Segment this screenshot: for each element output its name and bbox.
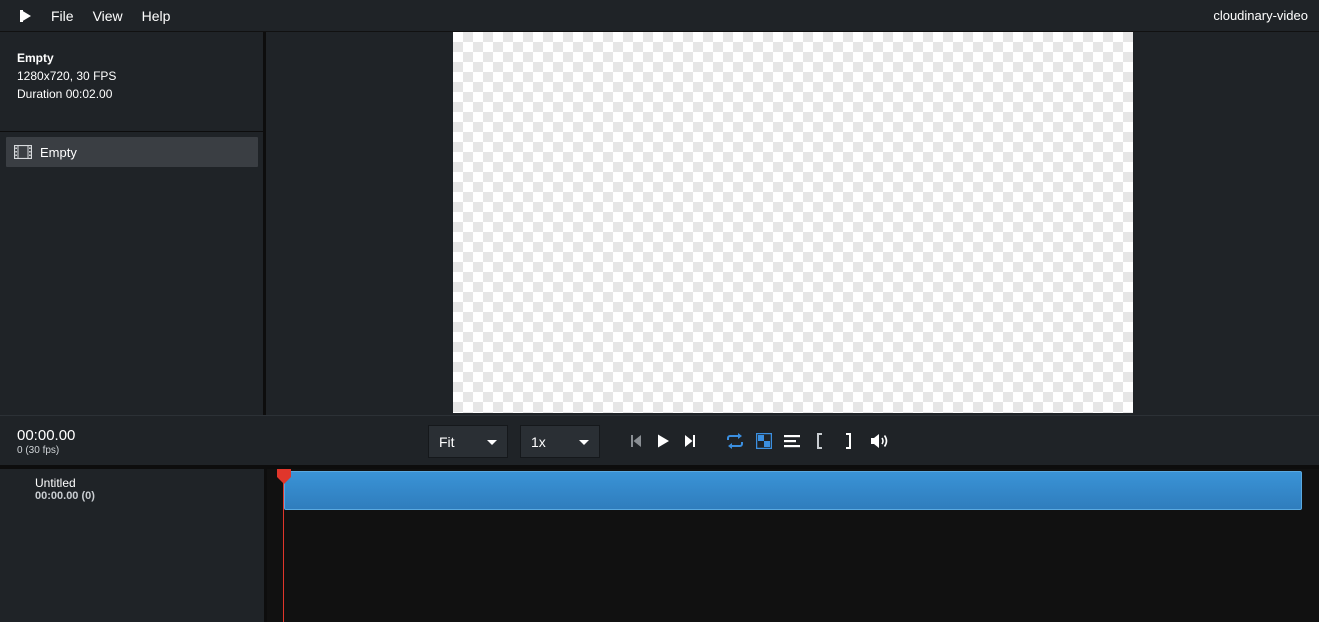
zoom-select-value: Fit xyxy=(439,433,455,450)
speed-select-value: 1x xyxy=(531,433,546,450)
loop-icon[interactable] xyxy=(725,431,745,451)
mark-in-icon[interactable] xyxy=(810,431,830,451)
menu-help[interactable]: Help xyxy=(142,8,171,24)
project-resolution: 1280x720, 30 FPS xyxy=(17,69,117,83)
timeline-track[interactable] xyxy=(267,469,1319,622)
playhead-line xyxy=(283,469,284,622)
track-name: Untitled xyxy=(35,476,76,490)
skip-forward-icon[interactable] xyxy=(680,431,700,451)
timeline-clip[interactable] xyxy=(284,471,1302,510)
track-header: Untitled 00:00.00 (0) xyxy=(0,469,264,622)
chevron-down-icon xyxy=(487,440,497,445)
track-time: 00:00.00 (0) xyxy=(35,490,95,502)
project-duration: Duration 00:02.00 xyxy=(17,87,113,101)
playhead-icon[interactable] xyxy=(276,469,292,490)
transport-controls: 00:00.00 0 (30 fps) Fit 1x xyxy=(0,415,1319,465)
play-icon[interactable] xyxy=(653,431,673,451)
film-icon xyxy=(14,145,32,159)
menu-file[interactable]: File xyxy=(51,8,74,24)
timecode: 00:00.00 xyxy=(17,427,76,444)
menu-view[interactable]: View xyxy=(93,8,123,24)
project-title: Empty xyxy=(17,51,54,65)
align-icon[interactable] xyxy=(782,431,802,451)
divider xyxy=(0,131,263,132)
zoom-select[interactable]: Fit xyxy=(428,425,508,458)
sequence-item-label: Empty xyxy=(40,144,77,160)
sequence-item-empty[interactable]: Empty xyxy=(6,137,258,167)
project-info: Empty 1280x720, 30 FPS Duration 00:02.00 xyxy=(0,32,263,103)
chevron-down-icon xyxy=(579,440,589,445)
timecode-display: 00:00.00 0 (30 fps) xyxy=(17,427,75,456)
app-name: cloudinary-video xyxy=(1213,8,1308,23)
preview-area xyxy=(266,32,1319,415)
menu-bar: File View Help cloudinary-video xyxy=(0,0,1319,32)
preview-canvas[interactable] xyxy=(453,32,1133,413)
project-panel: Empty 1280x720, 30 FPS Duration 00:02.00… xyxy=(0,32,263,415)
frame-info: 0 (30 fps) xyxy=(17,445,60,456)
speed-select[interactable]: 1x xyxy=(520,425,600,458)
skip-back-icon[interactable] xyxy=(626,431,646,451)
transparency-checker-icon[interactable] xyxy=(754,431,774,451)
play-logo-icon[interactable] xyxy=(17,7,35,25)
mark-out-icon[interactable] xyxy=(838,431,858,451)
volume-icon[interactable] xyxy=(870,431,890,451)
